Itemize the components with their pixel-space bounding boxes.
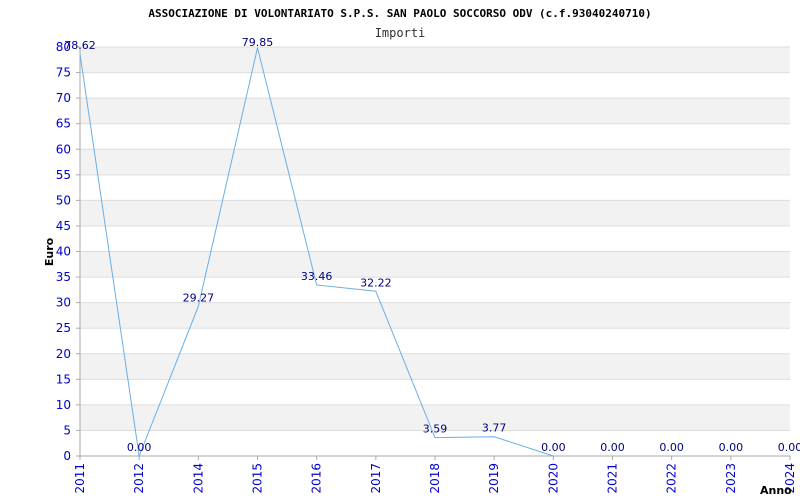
data-label: 3.77 [482, 422, 507, 435]
y-tick-label: 15 [56, 372, 71, 386]
grid-band [80, 302, 790, 329]
grid-band [80, 72, 790, 99]
x-tick-label: 2022 [665, 463, 679, 494]
x-tick-label: 2014 [191, 463, 205, 494]
x-tick-label: 2016 [310, 463, 324, 494]
data-label: 0.00 [778, 441, 800, 454]
x-tick-label: 2021 [606, 463, 620, 494]
grid-band [80, 353, 790, 380]
grid-band [80, 174, 790, 201]
x-tick-label: 2020 [546, 463, 560, 494]
data-label: 0.00 [719, 441, 744, 454]
chart-title: ASSOCIAZIONE DI VOLONTARIATO S.P.S. SAN … [148, 7, 651, 20]
y-tick-label: 60 [56, 142, 71, 156]
y-axis-ticks: 05101520253035404550556065707580 [56, 40, 80, 463]
x-tick-label: 2023 [724, 463, 738, 494]
y-tick-label: 25 [56, 321, 71, 335]
data-label: 3.59 [423, 423, 448, 436]
data-label: 78.62 [64, 39, 96, 52]
y-tick-label: 40 [56, 245, 71, 259]
chart-subtitle: Importi [375, 26, 426, 40]
x-tick-label: 2018 [428, 463, 442, 494]
grid-band [80, 98, 790, 124]
y-tick-label: 45 [56, 219, 71, 233]
grid-band [80, 328, 790, 354]
y-tick-label: 55 [56, 168, 71, 182]
data-label: 0.00 [541, 441, 566, 454]
y-axis-label: Euro [43, 237, 56, 266]
y-tick-label: 35 [56, 270, 71, 284]
y-tick-label: 0 [63, 449, 71, 463]
y-tick-label: 50 [56, 193, 71, 207]
data-label: 0.00 [127, 441, 152, 454]
x-tick-label: 2019 [487, 463, 501, 494]
y-tick-label: 5 [63, 423, 71, 437]
y-tick-label: 70 [56, 91, 71, 105]
x-tick-label: 2012 [132, 463, 146, 494]
x-tick-label: 2015 [251, 463, 265, 494]
data-label: 79.85 [242, 36, 274, 49]
y-tick-label: 20 [56, 347, 71, 361]
x-tick-label: 2011 [73, 463, 87, 494]
y-tick-label: 65 [56, 117, 71, 131]
x-axis-label: Anno [760, 484, 792, 497]
data-label: 0.00 [659, 441, 684, 454]
grid-band [80, 379, 790, 405]
data-label: 32.22 [360, 276, 392, 289]
data-label: 33.46 [301, 270, 333, 283]
x-axis-ticks: 2011 2012 2014 2015 2016 2017 2018 2019 2020 2021… [73, 456, 797, 494]
line-chart: 05101520253035404550556065707580 2011 201… [43, 7, 800, 497]
grid-band [80, 200, 790, 226]
y-tick-label: 30 [56, 296, 71, 310]
grid-band [80, 251, 790, 278]
data-label: 29.27 [183, 291, 215, 304]
grid-band [80, 123, 790, 150]
data-label: 0.00 [600, 441, 625, 454]
grid-band [80, 47, 790, 73]
grid-band [80, 225, 790, 252]
x-tick-label: 2017 [369, 463, 383, 494]
y-tick-label: 75 [56, 66, 71, 80]
grid-band [80, 149, 790, 175]
y-tick-label: 10 [56, 398, 71, 412]
